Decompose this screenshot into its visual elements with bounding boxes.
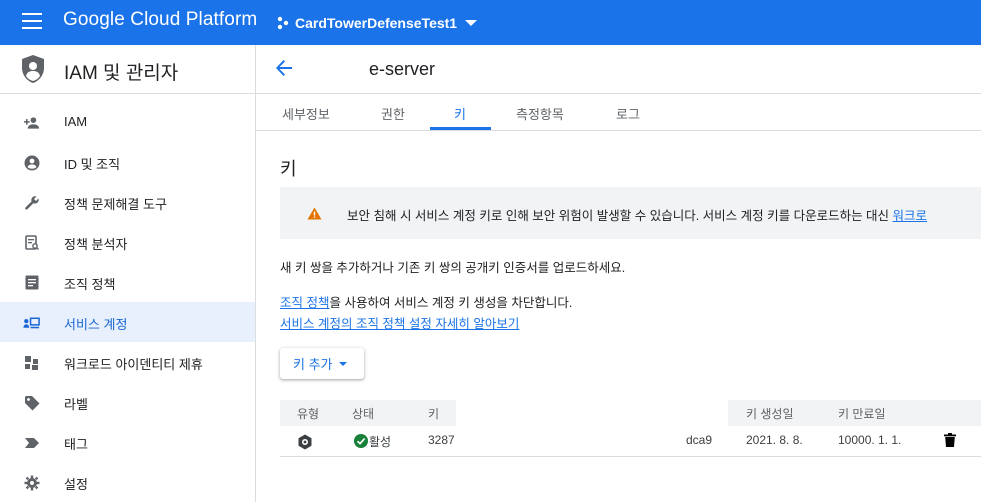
sidebar-item-label: 정책 문제해결 도구 <box>64 197 167 212</box>
warning-message: 보안 침해 시 서비스 계정 키로 인해 보안 위험이 발생할 수 있습니다. … <box>347 209 893 223</box>
gear-icon <box>23 474 40 491</box>
key-id-end: dca9 <box>686 433 713 447</box>
sidebar-item-settings[interactable]: 설정 <box>0 462 255 502</box>
workload-icon <box>23 354 40 371</box>
shield-icon <box>22 55 44 83</box>
tab-metrics[interactable]: 측정항목 <box>516 104 564 123</box>
key-id-start: 3287 <box>428 433 455 447</box>
table-row: 활성 3287 dca9 2021. 8. 8. 10000. 1. 1. <box>280 426 981 457</box>
redaction <box>456 400 728 426</box>
person-add-icon <box>23 114 40 131</box>
table-header: 유형 상태 키 키 생성일 키 만료일 <box>280 400 981 426</box>
list-doc-icon <box>23 274 40 291</box>
header-key[interactable]: 키 <box>428 405 439 422</box>
tab-details[interactable]: 세부정보 <box>282 104 330 123</box>
header-type[interactable]: 유형 <box>297 405 319 422</box>
top-app-bar: Google Cloud Platform CardTowerDefenseTe… <box>0 0 981 45</box>
key-expiry-date: 10000. 1. 1. <box>838 433 902 447</box>
tab-keys[interactable]: 키 <box>454 104 466 123</box>
account-circle-icon <box>23 154 40 171</box>
chevron-down-icon <box>338 361 347 366</box>
menu-icon[interactable] <box>22 13 42 29</box>
active-tab-indicator <box>430 127 491 130</box>
header-status[interactable]: 상태 <box>352 405 374 422</box>
delete-icon[interactable] <box>944 433 956 450</box>
back-arrow-icon[interactable] <box>275 59 293 77</box>
wrench-icon <box>23 194 40 211</box>
sidebar-item-label: 워크로드 아이덴티티 제휴 <box>64 357 203 372</box>
sidebar-item-policy-analyzer[interactable]: 정책 분석자 <box>0 222 255 262</box>
add-key-button[interactable]: 키 추가 <box>280 348 364 379</box>
sidebar-item-workload-identity[interactable]: 워크로드 아이덴티티 제휴 <box>0 342 255 382</box>
key-type-icon <box>297 434 313 453</box>
chevron-down-icon <box>465 20 478 26</box>
warning-text: 보안 침해 시 서비스 계정 키로 인해 보안 위험이 발생할 수 있습니다. … <box>347 205 927 224</box>
policy-message: 을 사용하여 서비스 계정 키 생성을 차단합니다. <box>329 296 573 310</box>
tab-bar: 세부정보 권한 키 측정항목 로그 <box>256 94 981 131</box>
header-created[interactable]: 키 생성일 <box>746 405 794 422</box>
main-content: e-server 세부정보 권한 키 측정항목 로그 키 보안 침해 시 서비스… <box>256 45 981 502</box>
header-expires[interactable]: 키 만료일 <box>838 405 886 422</box>
sidebar-header: IAM 및 관리자 <box>0 45 255 94</box>
warning-icon <box>307 207 322 220</box>
sidebar-item-iam[interactable]: IAM <box>0 102 255 142</box>
sidebar-item-label: 라벨 <box>64 397 88 412</box>
sidebar-item-label: 조직 정책 <box>64 277 116 292</box>
sidebar-item-label: IAM <box>64 114 88 129</box>
sidebar-item-policy-troubleshooter[interactable]: 정책 문제해결 도구 <box>0 182 255 222</box>
sidebar-item-label: 서비스 계정 <box>64 317 128 332</box>
org-policy-link[interactable]: 조직 정책 <box>280 296 329 310</box>
tab-logs[interactable]: 로그 <box>616 104 640 123</box>
project-icon <box>277 16 289 30</box>
sidebar: IAM 및 관리자 IAM ID 및 조직 정책 문제해결 도구 정책 분석자 … <box>0 45 256 502</box>
workload-identity-link[interactable]: 워크로 <box>893 209 928 223</box>
sidebar-item-service-accounts[interactable]: 서비스 계정 <box>0 302 255 342</box>
page-header: e-server <box>256 45 981 94</box>
product-name[interactable]: Google Cloud Platform <box>63 9 257 31</box>
sidebar-item-label: 정책 분석자 <box>64 237 128 252</box>
policy-text: 조직 정책을 사용하여 서비스 계정 키 생성을 차단합니다. <box>280 292 572 311</box>
page-title: e-server <box>369 59 436 79</box>
label-icon <box>23 394 40 411</box>
sidebar-title: IAM 및 관리자 <box>64 63 179 84</box>
status-active-icon <box>354 434 368 451</box>
document-search-icon <box>23 234 40 251</box>
sidebar-item-tags[interactable]: 태그 <box>0 422 255 462</box>
sidebar-item-label: 태그 <box>64 437 88 452</box>
sidebar-item-labels[interactable]: 라벨 <box>0 382 255 422</box>
warning-banner: 보안 침해 시 서비스 계정 키로 인해 보안 위험이 발생할 수 있습니다. … <box>280 187 981 239</box>
sidebar-item-label: ID 및 조직 <box>64 157 121 172</box>
keys-description: 새 키 쌍을 추가하거나 기존 키 쌍의 공개키 인증서를 업로드하세요. <box>280 261 626 275</box>
tag-icon <box>23 434 40 451</box>
sidebar-item-identity[interactable]: ID 및 조직 <box>0 142 255 182</box>
sidebar-item-org-policy[interactable]: 조직 정책 <box>0 262 255 302</box>
add-key-label: 키 추가 <box>293 357 333 372</box>
tab-permissions[interactable]: 권한 <box>381 104 405 123</box>
service-account-icon <box>23 314 40 331</box>
status-text: 활성 <box>369 435 392 449</box>
sidebar-item-label: 설정 <box>64 477 88 492</box>
key-created-date: 2021. 8. 8. <box>746 433 803 447</box>
project-picker[interactable]: CardTowerDefenseTest1 <box>277 12 478 34</box>
project-name: CardTowerDefenseTest1 <box>295 15 458 31</box>
section-title: 키 <box>280 159 297 179</box>
learn-more-link[interactable]: 서비스 계정의 조직 정책 설정 자세히 알아보기 <box>280 313 519 332</box>
